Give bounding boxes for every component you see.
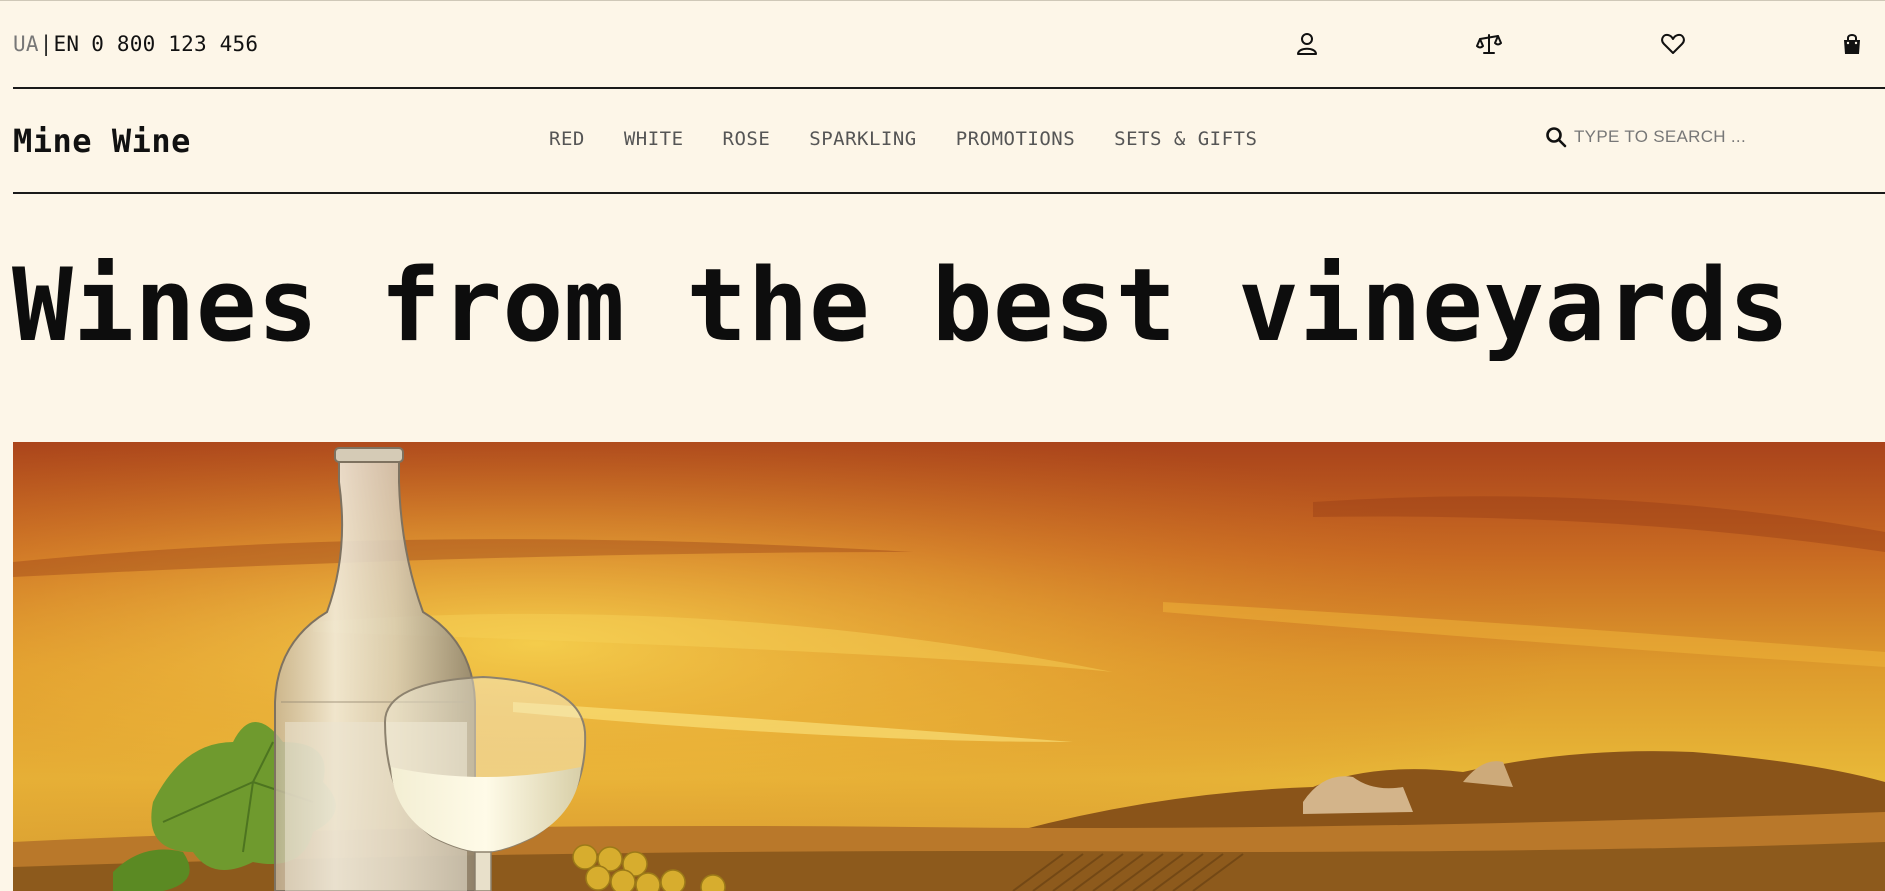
language-phone-group: UA | EN 0 800 123 456	[13, 32, 258, 56]
search-input[interactable]	[1574, 127, 1834, 147]
nav-links: RED WHITE ROSE SPARKLING PROMOTIONS SETS…	[549, 128, 1296, 150]
language-en-link[interactable]: EN	[54, 32, 80, 56]
nav-link-rose[interactable]: ROSE	[723, 128, 771, 150]
main-nav: Mine Wine RED WHITE ROSE SPARKLING PROMO…	[13, 89, 1885, 194]
vineyard-sunset-illustration	[13, 442, 1885, 891]
nav-link-white[interactable]: WHITE	[624, 128, 684, 150]
page: UA | EN 0 800 123 456 Mine Wine RED WHIT…	[0, 0, 1885, 891]
search-icon[interactable]	[1543, 124, 1569, 150]
hero-image	[13, 442, 1885, 891]
search-box	[1543, 124, 1863, 150]
phone-number[interactable]: 0 800 123 456	[91, 32, 258, 56]
nav-link-red[interactable]: RED	[549, 128, 585, 150]
language-ua-link[interactable]: UA	[13, 32, 39, 56]
hero-title: Wines from the best vineyards	[12, 246, 1790, 364]
site-logo[interactable]: Mine Wine	[13, 122, 191, 160]
language-separator: |	[39, 32, 53, 56]
compare-scales-icon[interactable]	[1476, 31, 1502, 57]
user-icon[interactable]	[1294, 31, 1320, 57]
top-bar: UA | EN 0 800 123 456	[13, 1, 1885, 89]
nav-link-promotions[interactable]: PROMOTIONS	[956, 128, 1075, 150]
shopping-bag-icon[interactable]	[1839, 31, 1865, 57]
nav-link-sparkling[interactable]: SPARKLING	[809, 128, 916, 150]
nav-link-sets-gifts[interactable]: SETS & GIFTS	[1114, 128, 1257, 150]
heart-icon[interactable]	[1660, 31, 1686, 57]
